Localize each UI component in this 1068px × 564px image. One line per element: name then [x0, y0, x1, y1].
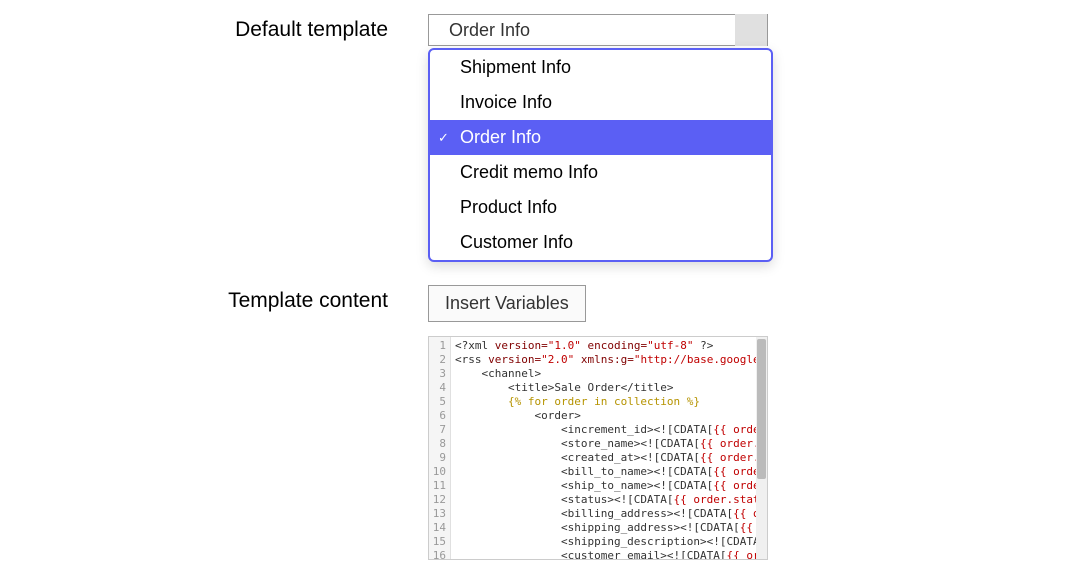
dropdown-item-product-info[interactable]: Product Info	[430, 190, 771, 225]
default-template-dropdown: Shipment Info Invoice Info ✓ Order Info …	[428, 48, 773, 262]
template-content-label: Template content	[208, 285, 388, 313]
template-content-field: Insert Variables 12345678910111213141516…	[428, 285, 768, 560]
default-template-select[interactable]: Order Info	[428, 14, 768, 46]
dropdown-item-invoice-info[interactable]: Invoice Info	[430, 85, 771, 120]
default-template-row: Default template Order Info Shipment Inf…	[208, 14, 768, 46]
dropdown-item-credit-memo-info[interactable]: Credit memo Info	[430, 155, 771, 190]
code-pane[interactable]: <?xml version="1.0" encoding="utf-8" ?><…	[451, 337, 767, 559]
line-gutter: 12345678910111213141516	[429, 337, 451, 559]
checkmark-icon: ✓	[438, 130, 449, 146]
default-template-field: Order Info Shipment Info Invoice Info ✓ …	[428, 14, 768, 46]
dropdown-item-order-info[interactable]: ✓ Order Info	[430, 120, 771, 155]
code-editor[interactable]: 12345678910111213141516 <?xml version="1…	[428, 336, 768, 560]
default-template-label: Default template	[208, 14, 388, 42]
chevron-down-icon	[735, 14, 767, 46]
insert-variables-button[interactable]: Insert Variables	[428, 285, 586, 322]
select-value: Order Info	[449, 20, 530, 41]
scrollbar-thumb[interactable]	[757, 339, 766, 479]
dropdown-item-customer-info[interactable]: Customer Info	[430, 225, 771, 260]
editor-scrollbar[interactable]	[756, 337, 767, 559]
dropdown-item-shipment-info[interactable]: Shipment Info	[430, 50, 771, 85]
template-content-row: Template content Insert Variables 123456…	[208, 285, 768, 560]
